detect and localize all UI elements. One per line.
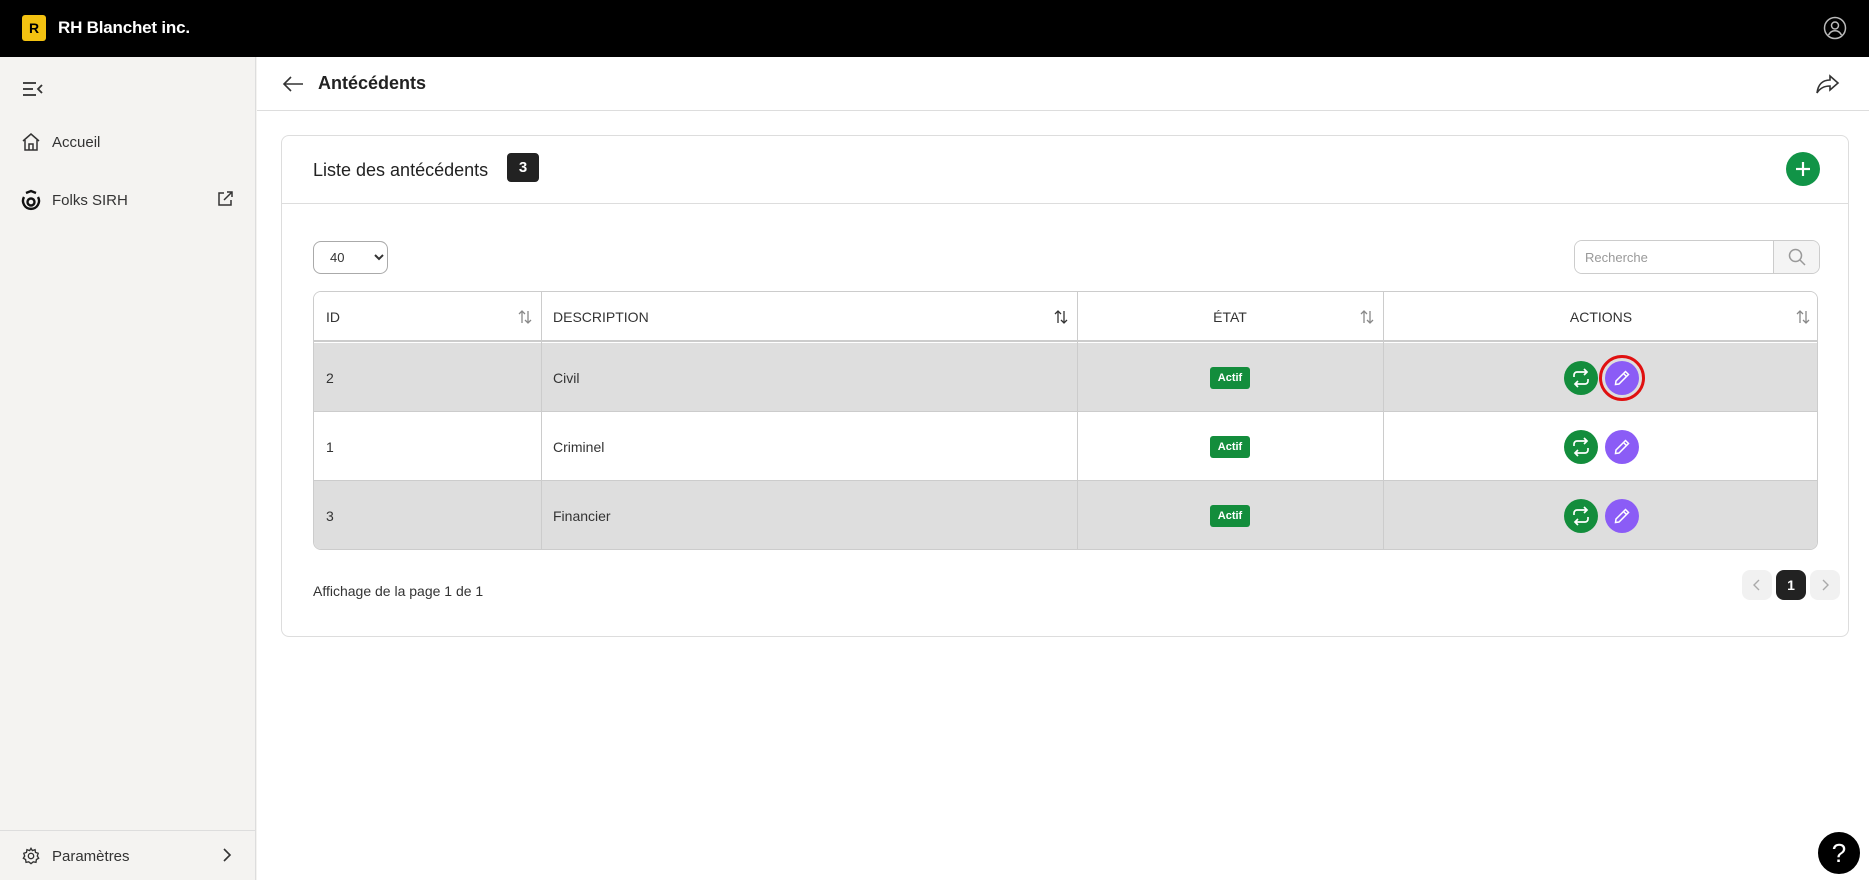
sidebar-item-folks-sirh[interactable]: Folks SIRH [20,189,128,211]
column-label: DESCRIPTION [553,309,649,325]
table-header: ID DESCRIPTION ÉTAT ACTIONS [314,292,1817,342]
status-badge: Actif [1209,366,1251,389]
gear-icon [20,845,42,867]
status-badge: Actif [1209,435,1251,458]
sort-icon[interactable] [517,309,533,325]
toggle-status-button[interactable] [1563,360,1598,395]
user-account-icon[interactable] [1823,16,1847,40]
cell-description: Criminel [553,438,605,455]
help-button[interactable]: ? [1816,830,1862,876]
antecedents-card: Liste des antécédents 3 40 ID DESCRIP [281,135,1849,637]
search-icon [1788,248,1806,266]
pencil-icon [1614,507,1630,523]
cell-status: Actif [1077,481,1383,549]
page-title: Antécédents [318,73,427,93]
plus-icon [1796,162,1810,176]
chevron-left-icon [1753,579,1760,591]
table-row[interactable]: 1 Criminel Actif [314,412,1817,481]
chevron-right-icon [223,848,232,862]
edit-button[interactable] [1604,498,1639,533]
company-logo[interactable]: R [22,15,46,41]
edit-button[interactable] [1598,354,1645,401]
count-badge: 3 [507,153,539,182]
sort-icon[interactable] [1795,309,1811,325]
add-button[interactable] [1786,152,1820,186]
swap-arrows-icon [1572,505,1589,526]
page-button-current[interactable]: 1 [1776,570,1806,600]
column-header-actions[interactable]: ACTIONS [1383,292,1817,342]
top-bar: R RH Blanchet inc. [0,0,1869,57]
next-page-button[interactable] [1810,570,1840,600]
table-row[interactable]: 3 Financier Actif [314,481,1817,549]
card-title: Liste des antécédents [313,160,489,180]
sidebar-item-label: Folks SIRH [52,191,128,209]
edit-button[interactable] [1604,429,1639,464]
column-label: ÉTAT [1213,309,1247,325]
table-row[interactable]: 2 Civil Actif [314,343,1817,412]
sort-icon[interactable] [1359,309,1375,325]
cell-status: Actif [1077,412,1383,481]
toggle-status-button[interactable] [1563,429,1598,464]
column-label: ACTIONS [1569,309,1633,325]
cell-actions [1383,343,1817,412]
company-name: RH Blanchet inc. [58,18,190,37]
cell-description: Civil [553,369,580,386]
sidebar: Accueil Folks SIRH Paramètres [0,57,256,880]
cell-actions [1383,412,1817,481]
toggle-status-button[interactable] [1563,498,1598,533]
column-header-etat[interactable]: ÉTAT [1077,292,1383,342]
home-icon [20,131,42,153]
pagination-info: Affichage de la page 1 de 1 [313,583,484,599]
settings-label: Paramètres [52,847,130,865]
search-button[interactable] [1773,241,1819,273]
column-divider [1077,292,1078,549]
column-divider [541,292,542,549]
sidebar-collapse-icon[interactable] [22,79,44,99]
cell-id: 3 [326,507,334,524]
cell-status: Actif [1077,343,1383,412]
pagination: 1 [1742,570,1840,600]
cell-id: 1 [326,438,334,455]
external-link-icon[interactable] [216,190,234,208]
page-header: Antécédents [257,57,1869,111]
pencil-icon [1614,369,1630,385]
sidebar-item-accueil[interactable]: Accueil [20,131,100,153]
antecedents-table: ID DESCRIPTION ÉTAT ACTIONS 2 Civil Acti… [313,291,1818,550]
column-header-description[interactable]: DESCRIPTION [541,292,1077,342]
column-label: ID [326,309,340,325]
status-badge: Actif [1209,504,1251,527]
back-arrow-icon[interactable] [281,72,305,96]
search-input[interactable] [1575,241,1773,273]
cell-description: Financier [553,507,611,524]
sort-icon[interactable] [1053,309,1069,325]
cell-id: 2 [326,369,334,386]
folks-logo-icon [20,189,42,211]
sidebar-settings[interactable]: Paramètres [0,830,256,880]
search-box [1574,240,1820,274]
chevron-right-icon [1822,579,1829,591]
pencil-icon [1614,438,1630,454]
share-icon[interactable] [1815,71,1841,97]
sidebar-item-label: Accueil [52,133,101,151]
card-header: Liste des antécédents 3 [282,136,1848,204]
column-header-id[interactable]: ID [314,292,541,342]
swap-arrows-icon [1572,436,1589,457]
swap-arrows-icon [1572,367,1589,388]
cell-actions [1383,481,1817,549]
column-divider [1383,292,1384,549]
main-content: Antécédents Liste des antécédents 3 40 I… [257,57,1869,880]
page-size-select[interactable]: 40 [313,241,388,274]
previous-page-button[interactable] [1742,570,1772,600]
